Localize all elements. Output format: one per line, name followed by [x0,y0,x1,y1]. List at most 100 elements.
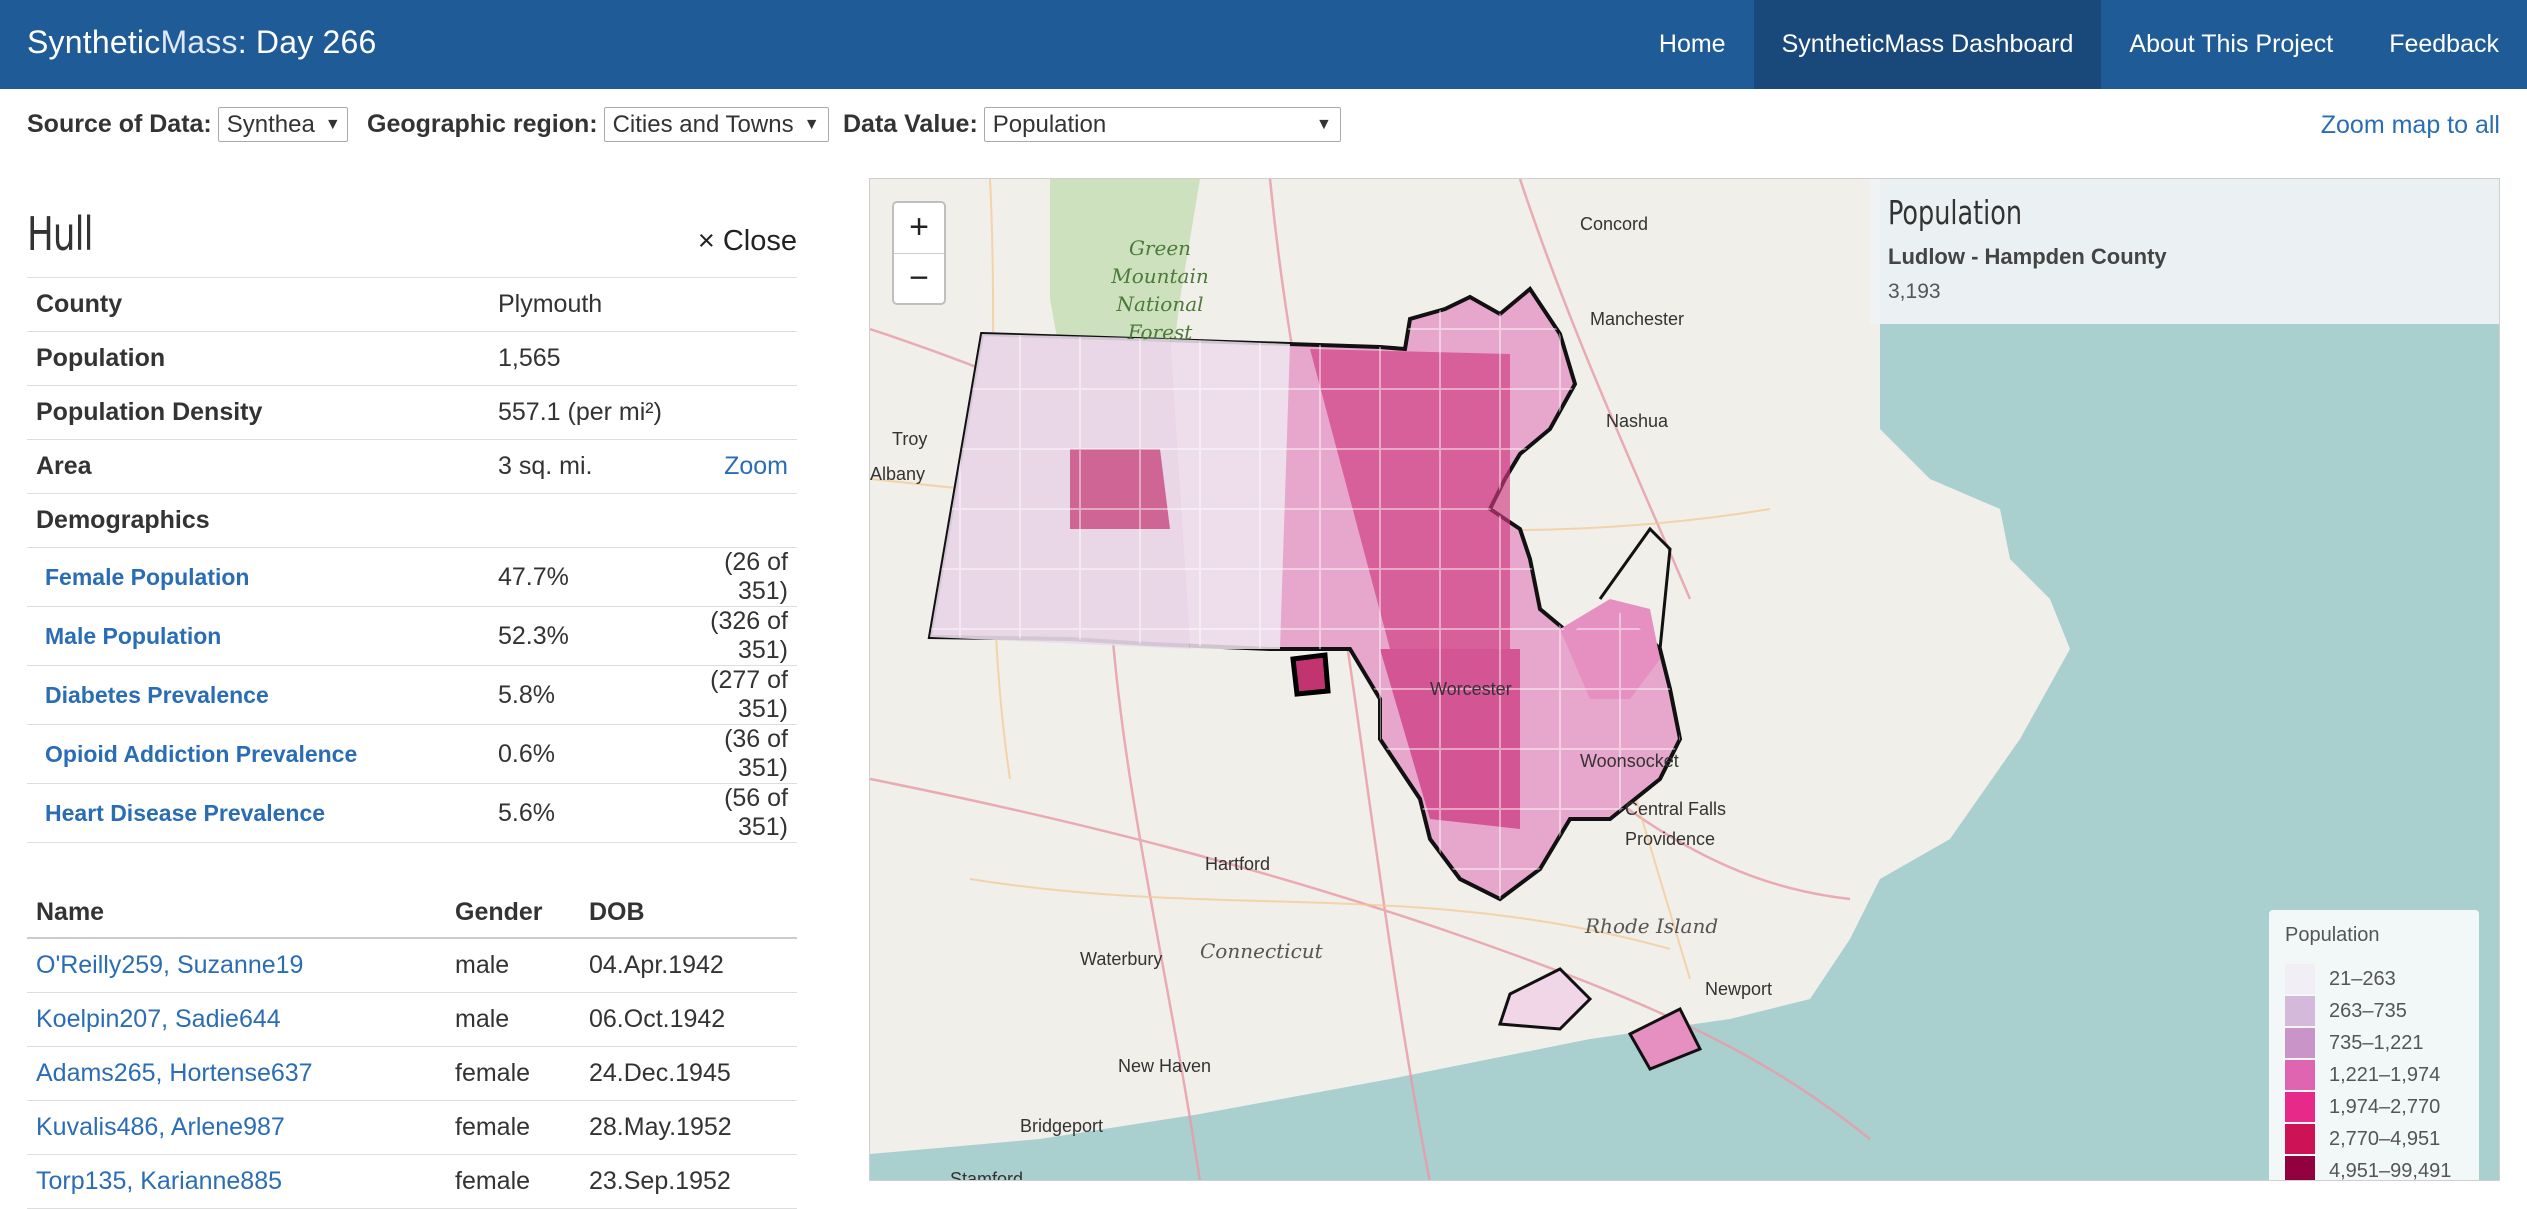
zoom-in-button[interactable]: + [894,203,944,253]
stat-label: Population [27,331,489,386]
chevron-down-icon: ▼ [803,115,820,133]
heart-disease-prevalence-link[interactable]: Heart Disease Prevalence [27,783,489,843]
map-legend: Population 21–263 263–735 735–1,221 1,221–1… [2269,910,2479,1181]
top-navbar: SyntheticMass: Day 266 Home SyntheticMas… [0,0,2527,89]
stat-value: 1,565 [489,331,797,386]
map-label-state: Connecticut [1200,939,1323,963]
demographic-value: 0.6% [489,724,659,784]
info-title: Population [1888,193,2023,232]
zoom-out-button[interactable]: − [894,253,944,303]
demographic-row: Opioid Addiction Prevalence 0.6% (36 of … [27,724,797,784]
stat-value: Plymouth [489,277,797,332]
brand-title[interactable]: SyntheticMass: Day 266 [27,24,376,61]
place-header: Hull × Close [27,207,797,261]
brand-part-synthetic: Synthetic [27,24,161,60]
map-label: Nashua [1606,411,1669,431]
legend-label: 263–735 [2329,999,2407,1022]
patient-gender: female [446,1100,580,1155]
demographic-value: 5.8% [489,665,659,725]
choropleth-map[interactable]: Green Mountain National Forest Concord M… [869,178,2500,1181]
nav-feedback[interactable]: Feedback [2361,0,2527,89]
patients-table: Name Gender DOB O'Reilly259, Suzanne19 m… [27,888,797,1209]
stat-value: 3 sq. mi. [489,439,659,494]
map-label: Central Falls [1625,799,1727,819]
nav-about[interactable]: About This Project [2101,0,2361,89]
patient-dob: 06.Oct.1942 [580,992,797,1047]
legend-swatch [2285,1028,2315,1058]
patient-name-link[interactable]: Adams265, Hortense637 [36,1059,313,1087]
patient-name-link[interactable]: Koelpin207, Sadie644 [36,1005,281,1033]
nav-dashboard[interactable]: SyntheticMass Dashboard [1753,0,2102,89]
patient-gender: male [446,992,580,1047]
region-label: Geographic region: [367,110,598,138]
map-label-state: Rhode Island [1585,914,1719,938]
map-label: Stamford [950,1169,1024,1181]
town-boundaries [930,289,1680,899]
selected-town-outline [1290,652,1331,697]
patient-name-link[interactable]: O'Reilly259, Suzanne19 [36,951,303,979]
area-zoom-link[interactable]: Zoom [724,452,788,480]
legend-swatch [2285,1060,2315,1090]
patient-dob: 23.Sep.1952 [580,1154,797,1209]
table-row: Adams265, Hortense637 female 24.Dec.1945 [27,1046,797,1101]
map-label: New Haven [1118,1056,1212,1076]
stat-row-population: Population 1,565 [27,331,797,386]
stat-label: Population Density [27,385,489,440]
legend-item: 2,770–4,951 [2285,1123,2463,1155]
info-place: Ludlow - Hampden County [1888,244,2167,269]
zoom-map-to-all-link[interactable]: Zoom map to all [2321,111,2500,140]
map-label: Bridgeport [1020,1116,1104,1136]
patient-name-link[interactable]: Kuvalis486, Arlene987 [36,1113,285,1141]
map-label: Hartford [1205,854,1271,874]
legend-label: 21–263 [2329,967,2396,990]
legend-item: 4,951–99,491 [2285,1155,2463,1181]
male-population-link[interactable]: Male Population [27,606,489,666]
nav-home[interactable]: Home [1631,0,1754,89]
legend-label: 4,951–99,491 [2329,1159,2452,1181]
close-button[interactable]: × Close [698,225,797,258]
stat-row-county: County Plymouth [27,277,797,332]
column-header-name[interactable]: Name [27,888,446,939]
data-value-select[interactable]: Population ▼ [983,107,1341,142]
region-select[interactable]: Cities and Towns ▼ [603,107,829,142]
legend-swatch [2285,1092,2315,1122]
table-row: Kuvalis486, Arlene987 female 28.May.1952 [27,1100,797,1155]
demographic-rank: (36 of 351) [659,724,797,784]
chevron-down-icon: ▼ [324,115,341,133]
map-label: Manchester [1590,309,1685,329]
diabetes-prevalence-link[interactable]: Diabetes Prevalence [27,665,489,725]
demographic-rank: (26 of 351) [659,547,797,607]
region-control: Geographic region: Cities and Towns ▼ [367,107,829,142]
source-select[interactable]: Synthea ▼ [217,107,348,142]
demographic-rank: (56 of 351) [659,783,797,843]
main-nav: Home SyntheticMass Dashboard About This … [1631,0,2527,89]
patient-gender: male [446,938,580,993]
region-select-value: Cities and Towns [612,110,794,138]
patient-gender: female [446,1046,580,1101]
source-select-value: Synthea [226,110,315,138]
map-label: Concord [1580,214,1649,234]
map-label: Providence [1625,829,1716,849]
opioid-addiction-prevalence-link[interactable]: Opioid Addiction Prevalence [27,724,489,784]
legend-swatch [2285,1124,2315,1154]
table-row: O'Reilly259, Suzanne19 male 04.Apr.1942 [27,938,797,993]
patients-header-row: Name Gender DOB [27,888,797,939]
demographic-value: 5.6% [489,783,659,843]
map-label: Woonsocket [1580,751,1679,771]
demographic-row: Male Population 52.3% (326 of 351) [27,606,797,666]
column-header-dob[interactable]: DOB [580,888,797,939]
map-label: Albany [870,464,926,484]
map-label: Worcester [1430,679,1512,699]
demographic-row: Female Population 47.7% (26 of 351) [27,547,797,607]
stat-row-demographics: Demographics [27,493,797,548]
place-detail-panel: Hull × Close County Plymouth Population … [27,195,797,1209]
map-label-forest: Green Mountain National Forest [1111,236,1209,344]
demographic-value: 47.7% [489,547,659,607]
legend-swatch [2285,996,2315,1026]
legend-swatch [2285,1156,2315,1180]
stat-label: Area [27,439,489,494]
female-population-link[interactable]: Female Population [27,547,489,607]
data-value-label: Data Value: [843,110,978,138]
column-header-gender[interactable]: Gender [446,888,580,939]
legend-item: 21–263 [2285,963,2463,995]
